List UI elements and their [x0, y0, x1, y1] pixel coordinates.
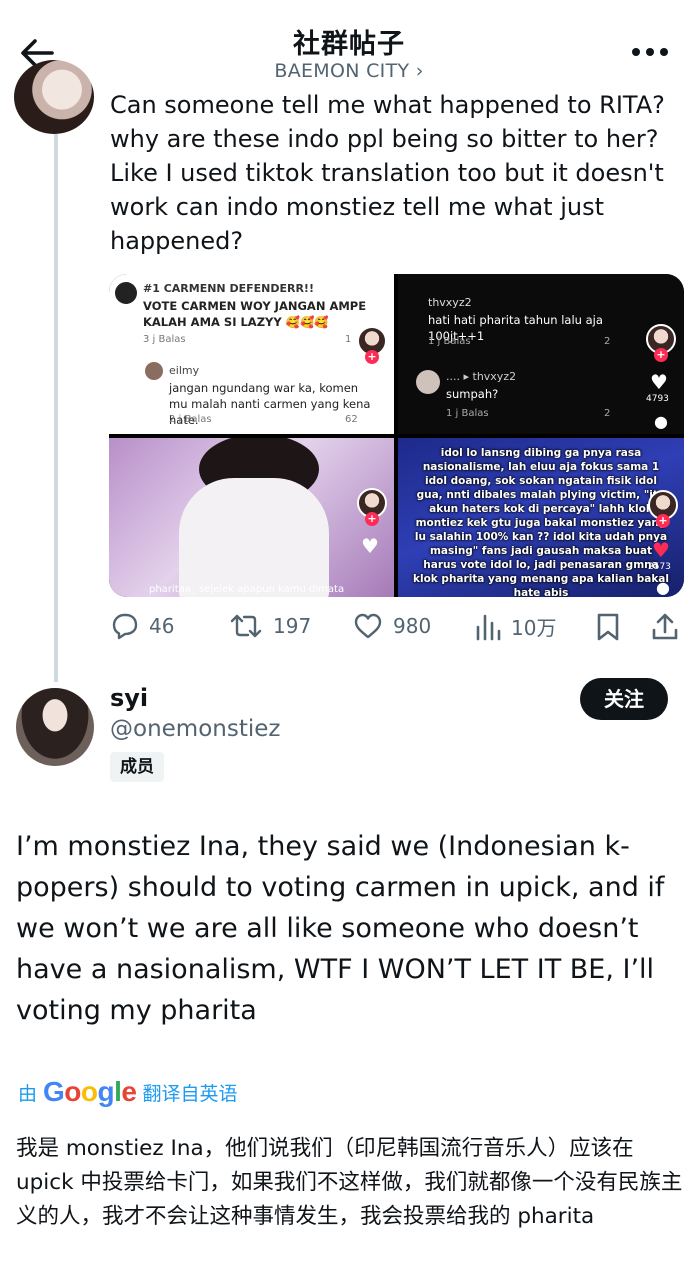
share-icon — [652, 613, 678, 640]
media-image-4[interactable]: idol lo lansng dibing ga pnya rasa nasio… — [398, 438, 684, 597]
commenter-avatar — [115, 282, 137, 304]
retweet-button[interactable]: 197 — [229, 612, 311, 640]
google-logo: Google — [43, 1076, 137, 1107]
comment-icon: ● — [654, 412, 668, 431]
tiktok-follow-icon: + — [654, 348, 668, 362]
comment-text: sumpah? — [446, 387, 499, 401]
follow-button[interactable]: 关注 — [580, 678, 668, 720]
tiktok-follow-icon: + — [365, 350, 379, 364]
parent-avatar[interactable] — [14, 60, 94, 134]
bookmark-button[interactable] — [595, 612, 631, 642]
comment-author: #1 CARMENN DEFENDERR!! — [143, 282, 314, 295]
tiktok-follow-icon: + — [365, 512, 379, 526]
comment-author: thvxyz2 — [428, 296, 472, 309]
like-button[interactable]: 980 — [353, 612, 431, 640]
media-image-1[interactable]: #1 CARMENN DEFENDERR!! VOTE CARMEN WOY J… — [109, 274, 394, 434]
video-caption: pharitaa_ sejelek apapun kamu dimata — [149, 584, 345, 595]
heart-outline-icon — [354, 613, 382, 639]
top-bar: 社群帖子 BAEMON CITY › — [0, 0, 698, 92]
comment-meta: 1 j Balas — [446, 408, 489, 419]
performer-figure — [179, 478, 329, 597]
page-title: 社群帖子 — [293, 29, 405, 60]
translation-attribution[interactable]: 由 Google 翻译自英语 — [18, 1074, 238, 1110]
thread-connector — [54, 134, 58, 682]
commenter-avatar — [145, 362, 163, 380]
view-count: 10万 — [511, 616, 557, 640]
translated-text: 我是 monstiez Ina，他们说我们（印尼韩国流行音乐人）应该在 upic… — [16, 1136, 683, 1229]
like-count: 980 — [393, 614, 432, 638]
comment-like-count: 62 — [345, 414, 358, 425]
translate-suffix: 翻译自英语 — [142, 1082, 238, 1105]
reply-icon — [112, 613, 138, 640]
heart-count: 4793 — [646, 394, 669, 404]
comment-icon: ● — [656, 578, 670, 597]
reply-text: I’m monstiez Ina, they said we (Indonesi… — [16, 831, 665, 1026]
media-image-3[interactable]: + ♥ pharitaa_ sejelek apapun kamu dimata — [109, 438, 394, 597]
comment-meta: 2 j Balas — [169, 414, 212, 425]
bookmark-icon — [597, 613, 619, 641]
comment-meta: 3 j Balas — [143, 334, 186, 345]
media-grid[interactable]: #1 CARMENN DEFENDERR!! VOTE CARMEN WOY J… — [109, 274, 684, 597]
more-options-icon[interactable] — [630, 42, 670, 62]
comment-like-count: 1 — [345, 334, 352, 345]
commenter-avatar — [416, 370, 440, 394]
reply-button[interactable]: 46 — [109, 612, 174, 640]
share-button[interactable] — [651, 612, 689, 642]
overlay-text: idol lo lansng dibing ga pnya rasa nasio… — [413, 447, 669, 597]
retweet-icon — [230, 614, 262, 638]
media-image-2[interactable]: thvxyz2 hati hati pharita tahun lalu aja… — [398, 274, 684, 434]
heart-icon: ♥ — [652, 538, 670, 562]
retweet-count: 197 — [273, 614, 312, 638]
comment-author: .... ▸ thvxyz2 — [446, 370, 517, 383]
tweet-actions: 46 197 980 10万 — [109, 608, 684, 648]
member-badge: 成员 — [110, 752, 164, 782]
comment-text: VOTE CARMEN WOY JANGAN AMPE KALAH AMA SI… — [143, 299, 367, 329]
comment-author: eilmy — [169, 364, 200, 377]
community-link[interactable]: BAEMON CITY › — [0, 60, 698, 82]
comment-like-count: 2 — [604, 336, 611, 347]
tiktok-follow-icon: + — [656, 514, 670, 528]
comment-meta: 1 j Balas — [428, 336, 471, 347]
reply-author-handle[interactable]: @onemonstiez — [110, 716, 280, 742]
reply-author-name[interactable]: syi — [110, 684, 148, 712]
analytics-icon — [476, 614, 501, 640]
translate-prefix: 由 — [18, 1082, 38, 1105]
comment-like-count: 2 — [604, 408, 611, 419]
reply-count: 46 — [149, 614, 175, 638]
heart-icon: ♥ — [361, 534, 379, 558]
reply-author-avatar[interactable] — [16, 688, 94, 766]
heart-count: 2573 — [648, 562, 671, 572]
heart-icon: ♥ — [650, 370, 668, 394]
parent-tweet-text: Can someone tell me what happened to RIT… — [110, 91, 673, 255]
views-button[interactable]: 10万 — [475, 612, 556, 641]
